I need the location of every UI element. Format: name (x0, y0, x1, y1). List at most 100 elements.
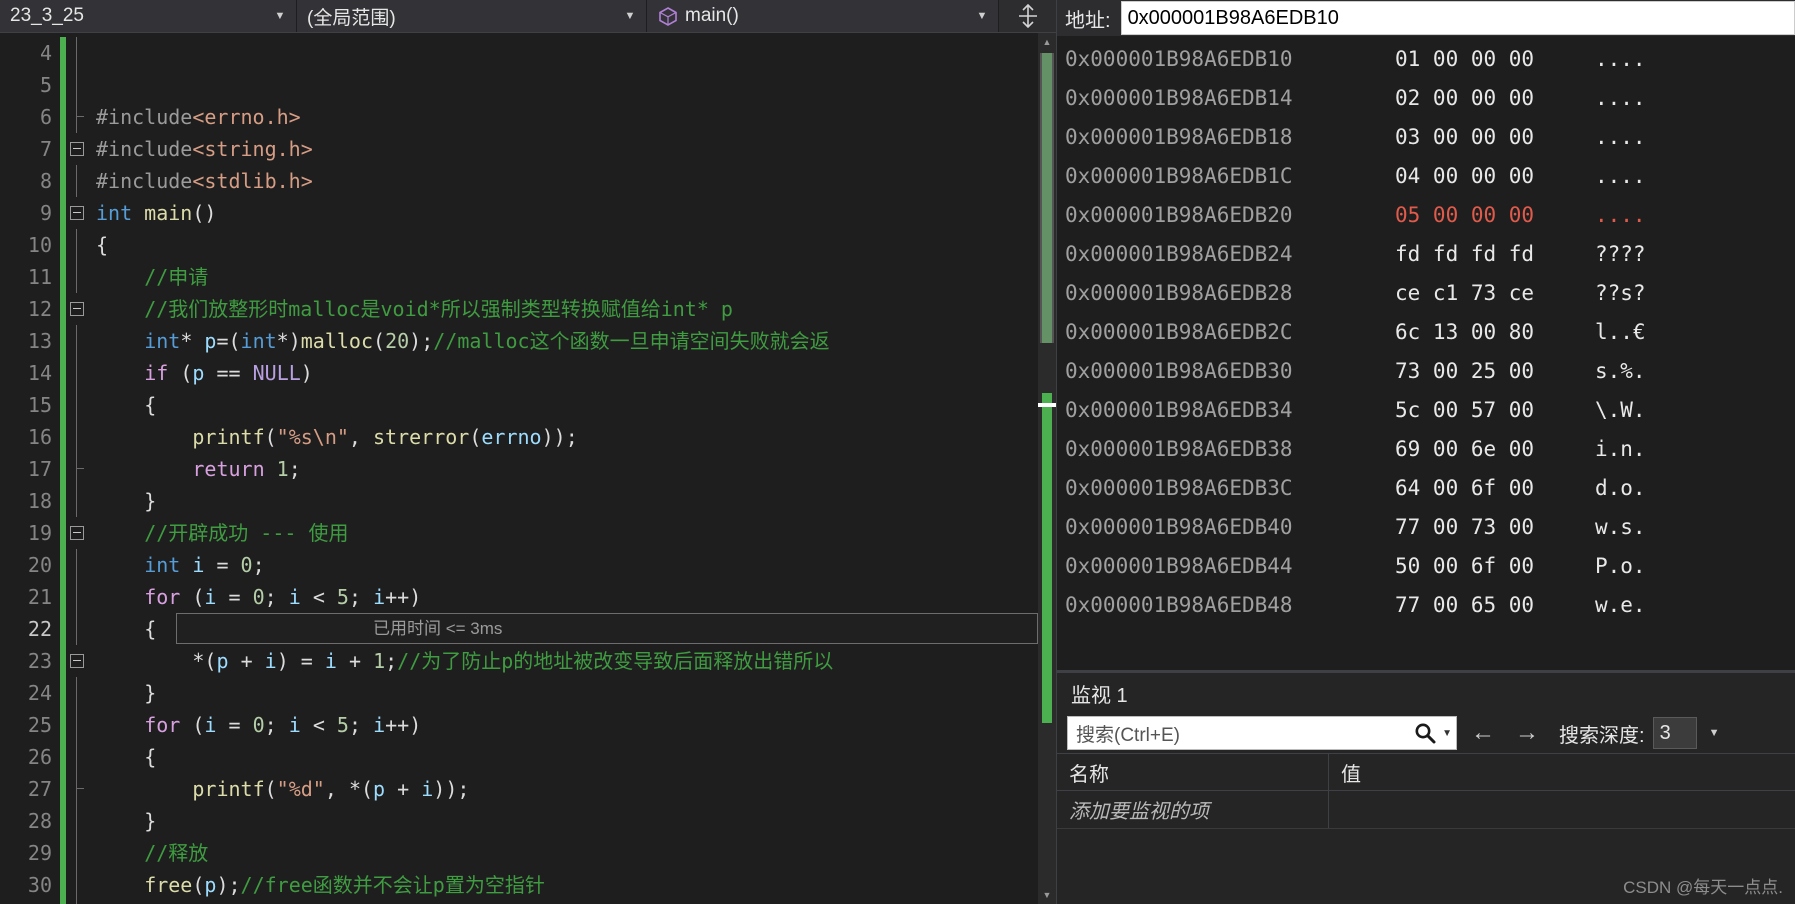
code-line[interactable]: *(p + i) = i + 1;//为了防止p的地址被改变导致后面释放出错所以 (88, 645, 1056, 677)
fold-row[interactable] (66, 549, 88, 581)
fold-guideline (76, 805, 77, 837)
fold-row[interactable] (66, 773, 88, 805)
line-number: 30 (27, 873, 52, 897)
fold-row[interactable] (66, 869, 88, 901)
code-line[interactable]: int* p=(int*)malloc(20);//malloc这个函数一旦申请… (88, 325, 1056, 357)
code-line[interactable]: //开辟成功 --- 使用 (88, 517, 1056, 549)
fold-row[interactable] (66, 805, 88, 837)
code-line[interactable]: } (88, 677, 1056, 709)
code-line[interactable]: { (88, 389, 1056, 421)
fold-row[interactable] (66, 133, 88, 165)
search-options-chevron-icon[interactable]: ▼ (1438, 728, 1452, 739)
watch-window: 监视 1 搜索(Ctrl+E) ▼ ← → 搜索深度: 3 ▼ 名称 值 添加要… (1057, 670, 1795, 904)
code-line[interactable]: int main() (88, 197, 1056, 229)
code-line[interactable]: { (88, 613, 1056, 645)
scrollbar-thumb[interactable] (1040, 53, 1054, 343)
fold-row[interactable] (66, 357, 88, 389)
search-next-button[interactable]: → (1509, 719, 1545, 747)
memory-row-address: 0x000001B98A6EDB38 (1065, 437, 1293, 461)
fold-row[interactable] (66, 229, 88, 261)
code-line[interactable]: for (i = 0; i < 5; i++) (88, 709, 1056, 741)
fold-row[interactable] (66, 197, 88, 229)
memory-row: 0x000001B98A6EDB48 77 00 65 00 w.e. (1065, 586, 1795, 625)
collapse-minus-icon[interactable] (70, 302, 84, 316)
code-line[interactable]: printf("%d", *(p + i)); (88, 773, 1056, 805)
memory-row: 0x000001B98A6EDB14 02 00 00 00.... (1065, 79, 1795, 118)
chevron-down-icon[interactable]: ▼ (620, 10, 640, 22)
file-scope-dropdown[interactable]: 23_3_25 ▼ (0, 0, 297, 32)
watch-search-placeholder: 搜索(Ctrl+E) (1076, 724, 1180, 746)
fold-row[interactable] (66, 453, 88, 485)
fold-row[interactable] (66, 165, 88, 197)
line-number: 16 (27, 425, 52, 449)
search-depth-spinner[interactable]: 3 (1652, 717, 1697, 749)
fold-row[interactable] (66, 517, 88, 549)
code-line[interactable]: #include<string.h> (88, 133, 1056, 165)
code-folding-gutter[interactable] (66, 33, 88, 904)
memory-row-ascii: i.n. (1595, 437, 1646, 461)
watch-row[interactable]: 添加要监视的项 (1057, 791, 1795, 829)
scroll-up-icon[interactable]: ▲ (1038, 33, 1056, 51)
fold-row[interactable] (66, 485, 88, 517)
fold-guideline (76, 741, 77, 773)
code-line[interactable]: //申请 (88, 261, 1056, 293)
fold-row[interactable] (66, 325, 88, 357)
search-icon[interactable] (1412, 720, 1438, 746)
collapse-minus-icon[interactable] (70, 526, 84, 540)
memory-row: 0x000001B98A6EDB44 50 00 6f 00 P.o. (1065, 547, 1795, 586)
code-line[interactable]: } (88, 485, 1056, 517)
code-line[interactable]: } (88, 805, 1056, 837)
code-line[interactable]: #include<stdlib.h> (88, 165, 1056, 197)
watch-search-input[interactable]: 搜索(Ctrl+E) ▼ (1067, 716, 1457, 750)
member-scope-dropdown[interactable]: (全局范围) ▼ (297, 0, 647, 32)
fold-row[interactable] (66, 709, 88, 741)
memory-row-ascii: d.o. (1595, 476, 1646, 500)
fold-row[interactable] (66, 613, 88, 645)
fold-row[interactable] (66, 37, 88, 69)
fold-row[interactable] (66, 421, 88, 453)
fold-row[interactable] (66, 293, 88, 325)
watch-row-name[interactable]: 添加要监视的项 (1057, 791, 1329, 828)
code-text-area[interactable]: #include<errno.h> #include<string.h> #incl… (88, 33, 1056, 904)
code-line[interactable]: { (88, 741, 1056, 773)
code-line[interactable]: printf("%s\n", strerror(errno)); (88, 421, 1056, 453)
collapse-minus-icon[interactable] (70, 142, 84, 156)
code-line[interactable]: free(p);//free函数并不会让p置为空指针 (88, 869, 1056, 901)
fold-row[interactable] (66, 741, 88, 773)
code-editor[interactable]: 4 5 6 7 8 9 10 11 12 13 14 15 16 17 18 19 20 21 22 23 24 25 26… (0, 33, 1056, 904)
search-depth-chevron-icon[interactable]: ▼ (1705, 727, 1720, 739)
memory-row-ascii: .... (1595, 125, 1646, 149)
code-line[interactable]: if (p == NULL) (88, 357, 1056, 389)
search-previous-button[interactable]: ← (1465, 719, 1501, 747)
collapse-minus-icon[interactable] (70, 654, 84, 668)
code-line[interactable]: //释放 (88, 837, 1056, 869)
watch-column-value: 值 (1341, 763, 1361, 786)
code-line[interactable]: return 1; (88, 453, 1056, 485)
code-line[interactable]: //我们放整形时malloc是void*所以强制类型转换赋值给int* p (88, 293, 1056, 325)
fold-row[interactable] (66, 677, 88, 709)
memory-address-input[interactable] (1120, 1, 1795, 35)
function-scope-dropdown[interactable]: main() ▼ (647, 0, 999, 32)
scroll-down-icon[interactable]: ▼ (1038, 886, 1056, 904)
code-line[interactable]: #include<errno.h> (88, 101, 1056, 133)
watch-row-value[interactable] (1329, 791, 1795, 828)
chevron-down-icon[interactable]: ▼ (972, 10, 992, 22)
split-view-button[interactable] (999, 0, 1056, 32)
collapse-minus-icon[interactable] (70, 206, 84, 220)
fold-row[interactable] (66, 581, 88, 613)
fold-row[interactable] (66, 837, 88, 869)
fold-row[interactable] (66, 69, 88, 101)
memory-row-address: 0x000001B98A6EDB40 (1065, 515, 1293, 539)
memory-row: 0x000001B98A6EDB30 73 00 25 00 s.%. (1065, 352, 1795, 391)
code-line[interactable]: for (i = 0; i < 5; i++) (88, 581, 1056, 613)
code-line[interactable]: { (88, 229, 1056, 261)
fold-row[interactable] (66, 645, 88, 677)
editor-vertical-scrollbar[interactable]: ▲ ▼ (1038, 33, 1056, 904)
chevron-down-icon[interactable]: ▼ (270, 10, 290, 22)
fold-guideline (76, 325, 77, 357)
code-line[interactable]: int i = 0; (88, 549, 1056, 581)
memory-row-address: 0x000001B98A6EDB18 (1065, 125, 1293, 149)
fold-row[interactable] (66, 389, 88, 421)
fold-row[interactable] (66, 261, 88, 293)
fold-row[interactable] (66, 101, 88, 133)
